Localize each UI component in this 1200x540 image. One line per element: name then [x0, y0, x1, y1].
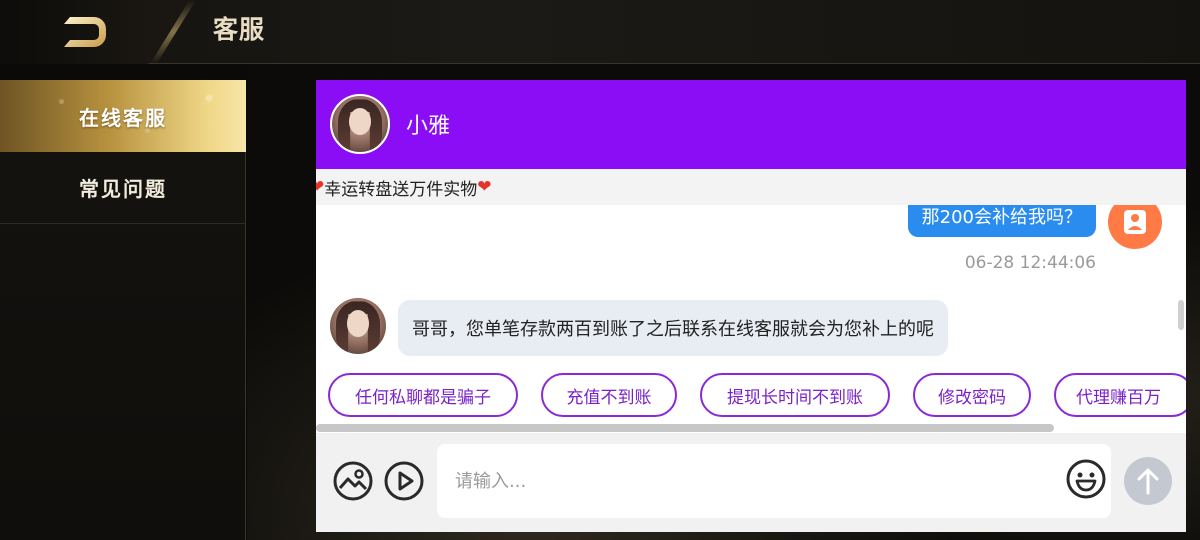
- agent-message-bubble: 哥哥，您单笔存款两百到账了之后联系在线客服就会为您补上的呢: [398, 300, 948, 356]
- send-button[interactable]: [1124, 457, 1172, 505]
- emoji-icon: [1066, 459, 1106, 499]
- quick-reply-chip[interactable]: 代理赚百万: [1054, 373, 1186, 417]
- vertical-scrollbar[interactable]: [1178, 300, 1184, 330]
- horizontal-scrollbar[interactable]: [316, 424, 1054, 432]
- quick-reply-chip[interactable]: 修改密码: [913, 373, 1031, 417]
- sidebar-item-label: 常见问题: [79, 177, 167, 201]
- page-title: 客服: [213, 15, 266, 44]
- notice-text: 幸运转盘送万件实物: [324, 179, 478, 200]
- emoji-button[interactable]: [1065, 458, 1107, 504]
- quick-reply-chip[interactable]: 充值不到账: [541, 373, 677, 417]
- chip-label: 充值不到账: [566, 387, 652, 408]
- agent-avatar: [330, 94, 390, 154]
- chat-header: 小雅: [316, 80, 1186, 169]
- sidebar-item-faq[interactable]: 常见问题: [0, 152, 246, 224]
- quick-reply-chip[interactable]: 提现长时间不到账: [700, 373, 890, 417]
- notice-banner[interactable]: ❤ 幸运转盘送万件实物 ❤: [316, 169, 1186, 205]
- play-icon: [384, 461, 424, 501]
- user-avatar: [1108, 205, 1162, 249]
- image-button[interactable]: [332, 460, 374, 506]
- video-button[interactable]: [383, 460, 425, 506]
- sidebar: 在线客服 常见问题: [0, 80, 246, 540]
- message-timestamp: 06-28 12:44:06: [964, 253, 1096, 273]
- agent-name: 小雅: [406, 114, 451, 139]
- chip-label: 任何私聊都是骗子: [355, 387, 491, 408]
- agent-avatar: [330, 298, 386, 354]
- user-icon: [1124, 210, 1146, 234]
- heart-icon: ❤: [316, 177, 325, 197]
- input-bar: [316, 433, 1186, 532]
- quick-reply-row: 任何私聊都是骗子 充值不到账 提现长时间不到账 修改密码 代理赚百万: [316, 357, 1186, 433]
- user-message-bubble: 那200会补给我吗？: [907, 205, 1096, 237]
- message-input[interactable]: [437, 444, 1111, 518]
- back-arrow-icon: [64, 17, 106, 47]
- sidebar-item-label: 在线客服: [79, 105, 167, 130]
- heart-icon: ❤: [477, 177, 492, 197]
- image-icon: [333, 461, 373, 501]
- sidebar-item-online-service[interactable]: 在线客服: [0, 80, 246, 152]
- chip-label: 代理赚百万: [1076, 387, 1161, 408]
- top-bar: 客服: [0, 0, 1200, 64]
- chip-label: 修改密码: [938, 387, 1006, 408]
- send-arrow-icon: [1137, 468, 1159, 495]
- chip-label: 提现长时间不到账: [727, 387, 863, 408]
- message-list[interactable]: 那200会补给我吗？ 06-28 12:44:06 哥哥，您单笔存款两百到账了之…: [316, 205, 1186, 357]
- quick-reply-chip[interactable]: 任何私聊都是骗子: [328, 373, 518, 417]
- chat-panel: 小雅 ❤ 幸运转盘送万件实物 ❤ 那200会补给我吗？ 06-28 12:44:…: [316, 80, 1186, 532]
